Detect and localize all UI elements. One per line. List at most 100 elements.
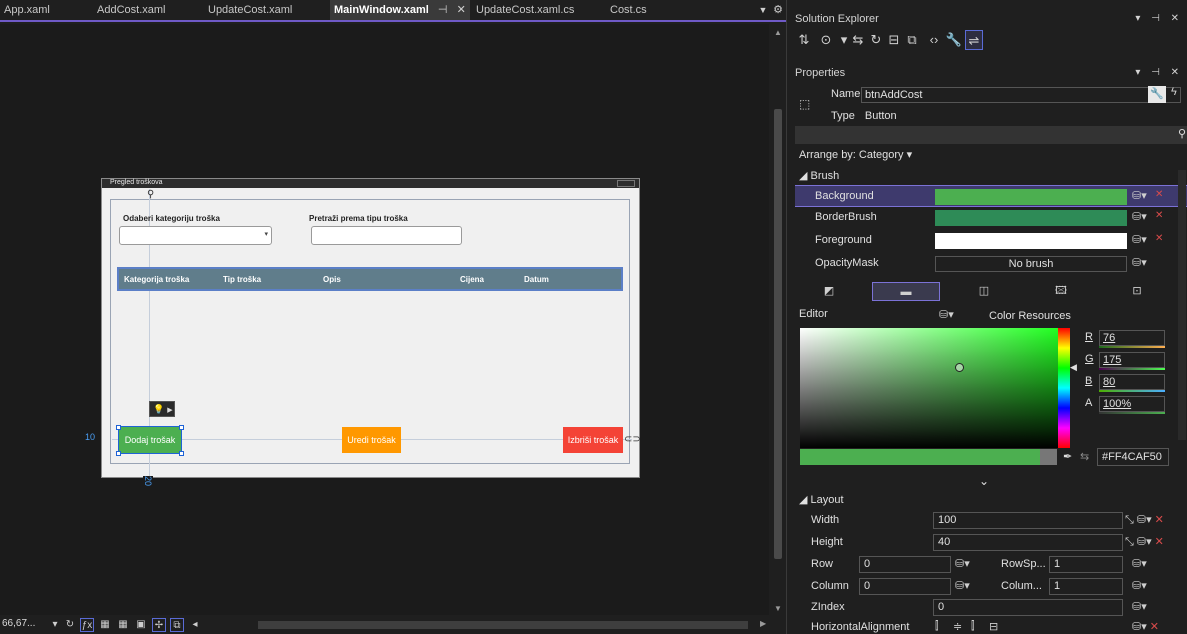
resize-handle[interactable] (179, 451, 184, 456)
red-field[interactable]: 76 (1099, 330, 1165, 346)
row-field[interactable]: 0 (859, 556, 951, 573)
resource-db-icon[interactable]: ⛁▾ (1132, 557, 1147, 570)
zoom-level[interactable]: 66,67... (2, 618, 35, 629)
picker-handle[interactable] (955, 363, 964, 372)
green-slider[interactable] (1099, 368, 1165, 370)
artboard-icon[interactable]: ▣ (134, 618, 148, 632)
align-left-icon[interactable]: ⫿ (935, 620, 939, 633)
height-field[interactable]: 40 (933, 534, 1123, 551)
anchor-icon[interactable]: ⚲ (147, 189, 154, 200)
code-view-icon[interactable]: ‹› (925, 30, 943, 50)
zoom-dropdown-icon[interactable]: ▾ (48, 618, 62, 632)
blue-field[interactable]: 80 (1099, 374, 1165, 390)
column-header[interactable]: Cijena (460, 275, 484, 284)
resource-db-icon[interactable]: ⛁▾ (1132, 579, 1147, 592)
column-header[interactable]: Opis (323, 275, 341, 284)
gradient-brush-tab-icon[interactable]: ◫ (950, 282, 1018, 301)
add-cost-button[interactable]: Dodaj trošak (118, 426, 182, 454)
no-brush-value[interactable]: No brush (935, 256, 1127, 272)
property-row-opacitymask[interactable]: OpacityMask No brush ⛁▾ (795, 253, 1187, 275)
colspan-field[interactable]: 1 (1049, 578, 1123, 595)
resource-db-icon[interactable]: ⛁▾ (955, 557, 970, 570)
show-all-files-icon[interactable]: ⧉ (903, 30, 921, 50)
auto-size-icon[interactable]: ⤡ ⛁▾ ✕ (1125, 535, 1164, 549)
tab-mainwindow-xaml[interactable]: MainWindow.xaml ⊣ ✕ (330, 0, 470, 20)
image-brush-tab-icon[interactable]: 🖾 (1027, 282, 1095, 301)
scroll-left-icon[interactable]: ◂ (188, 618, 202, 632)
collapse-all-icon[interactable]: ⊟ (885, 30, 903, 50)
property-row-background[interactable]: Background ⛁▾ ✕ (795, 185, 1187, 207)
align-stretch-icon[interactable]: ⊟ (989, 620, 998, 633)
color-saturation-picker[interactable] (800, 328, 1058, 448)
tab-overflow-chevron-icon[interactable]: ▼ (757, 0, 769, 20)
tab-app-xaml[interactable]: App.xaml (4, 0, 50, 20)
alpha-slider[interactable] (1099, 412, 1165, 414)
align-right-icon[interactable]: ⫿ (971, 620, 975, 633)
align-center-icon[interactable]: ≑ (953, 620, 962, 633)
tab-addcost-xaml[interactable]: AddCost.xaml (97, 0, 165, 20)
horizontal-scrollbar[interactable] (258, 621, 748, 629)
scrollbar-thumb[interactable] (774, 109, 782, 559)
color-swatch[interactable] (935, 210, 1127, 226)
tab-updatecost-xaml[interactable]: UpdateCost.xaml (208, 0, 292, 20)
eyedropper-icon[interactable]: ✒ (1063, 450, 1072, 463)
properties-search-input[interactable]: ⚲ (795, 126, 1187, 144)
resource-db-icon[interactable]: ⛁▾ (1132, 600, 1147, 613)
red-slider[interactable] (1099, 346, 1165, 348)
editor-vertical-scrollbar[interactable]: ▲ ▼ (771, 24, 785, 615)
resource-db-icon[interactable]: ⛁▾ (1132, 256, 1147, 269)
brush-category[interactable]: ◢ Brush (799, 169, 839, 182)
anchor-icon[interactable]: ⊂⊃ (624, 434, 641, 445)
effects-fx-icon[interactable]: ƒx (80, 618, 94, 632)
history-icon[interactable]: ⊙ (817, 30, 835, 50)
scroll-right-icon[interactable]: ▶ (760, 619, 766, 628)
category-combobox[interactable]: ▾ (119, 226, 272, 245)
chevron-down-icon[interactable]: ⌄ (979, 474, 989, 488)
pin-icon[interactable]: ⊣ (438, 4, 448, 16)
tab-cost-cs[interactable]: Cost.cs (610, 0, 647, 20)
property-row-borderbrush[interactable]: BorderBrush ⛁▾ ✕ (795, 207, 1187, 229)
hue-slider[interactable] (1058, 328, 1070, 448)
null-brush-tab-icon[interactable]: ◩ (795, 282, 863, 301)
tab-updatecost-xaml-cs[interactable]: UpdateCost.xaml.cs (476, 0, 574, 20)
solid-brush-tab-icon[interactable]: ▬ (872, 282, 940, 301)
edit-cost-button[interactable]: Uredi trošak (342, 427, 401, 453)
lightbulb-icon[interactable]: 💡 ▶ (149, 401, 175, 417)
switch-view-icon[interactable]: ⇆ (849, 30, 867, 50)
properties-scrollbar[interactable] (1178, 170, 1186, 440)
layout-category[interactable]: ◢ Layout (799, 493, 844, 506)
cost-type-search-input[interactable] (311, 226, 462, 245)
snap-grid-icon[interactable]: ▦ (116, 618, 130, 632)
color-resources-label[interactable]: Color Resources (989, 310, 1071, 322)
grid-icon[interactable]: ▦ (98, 618, 112, 632)
scroll-up-arrow-icon[interactable]: ▲ (771, 28, 785, 37)
resource-db-icon[interactable]: ⛁▾ (1132, 189, 1147, 202)
green-field[interactable]: 175 (1099, 352, 1165, 368)
resource-db-icon[interactable]: ⛁▾ ✕ (1132, 620, 1159, 633)
hex-color-field[interactable]: #FF4CAF50 (1097, 448, 1169, 466)
panel-window-controls[interactable]: ▾ ⊣ ✕ (1135, 13, 1183, 24)
arrange-by-dropdown[interactable]: Arrange by: Category ▾ (799, 148, 912, 161)
delete-cost-button[interactable]: Izbriši trošak (563, 427, 623, 453)
snap-lines-icon[interactable]: ✢ (152, 618, 166, 632)
clear-icon[interactable]: ✕ (1155, 210, 1163, 221)
project-code-icon[interactable]: ⧉ (170, 618, 184, 632)
color-swatch[interactable] (935, 189, 1127, 205)
sync-icon[interactable]: ⇅ (795, 30, 813, 50)
costs-datagrid-header[interactable]: Kategorija troška Tip troška Opis Cijena… (117, 267, 623, 291)
property-row-foreground[interactable]: Foreground ⛁▾ ✕ (795, 230, 1187, 252)
resource-db-icon[interactable]: ⛁▾ (1132, 233, 1147, 246)
hue-slider-thumb-icon[interactable]: ◀ (1070, 362, 1077, 373)
column-header[interactable]: Kategorija troška (124, 275, 189, 284)
rowspan-field[interactable]: 1 (1049, 556, 1123, 573)
editor-resource-icon[interactable]: ⛁▾ (939, 308, 954, 321)
panel-window-controls[interactable]: ▾ ⊣ ✕ (1135, 67, 1183, 78)
width-field[interactable]: 100 (933, 512, 1123, 529)
blue-slider[interactable] (1099, 390, 1165, 392)
preview-selected-icon[interactable]: ⇌ (965, 30, 983, 50)
wrench-icon[interactable]: 🔧 (945, 30, 963, 50)
resource-db-icon[interactable]: ⛁▾ (1132, 210, 1147, 223)
events-bolt-icon[interactable]: ϟ (1171, 86, 1177, 98)
refresh-icon[interactable]: ↻ (867, 30, 885, 50)
name-field[interactable]: btnAddCost (861, 87, 1181, 103)
